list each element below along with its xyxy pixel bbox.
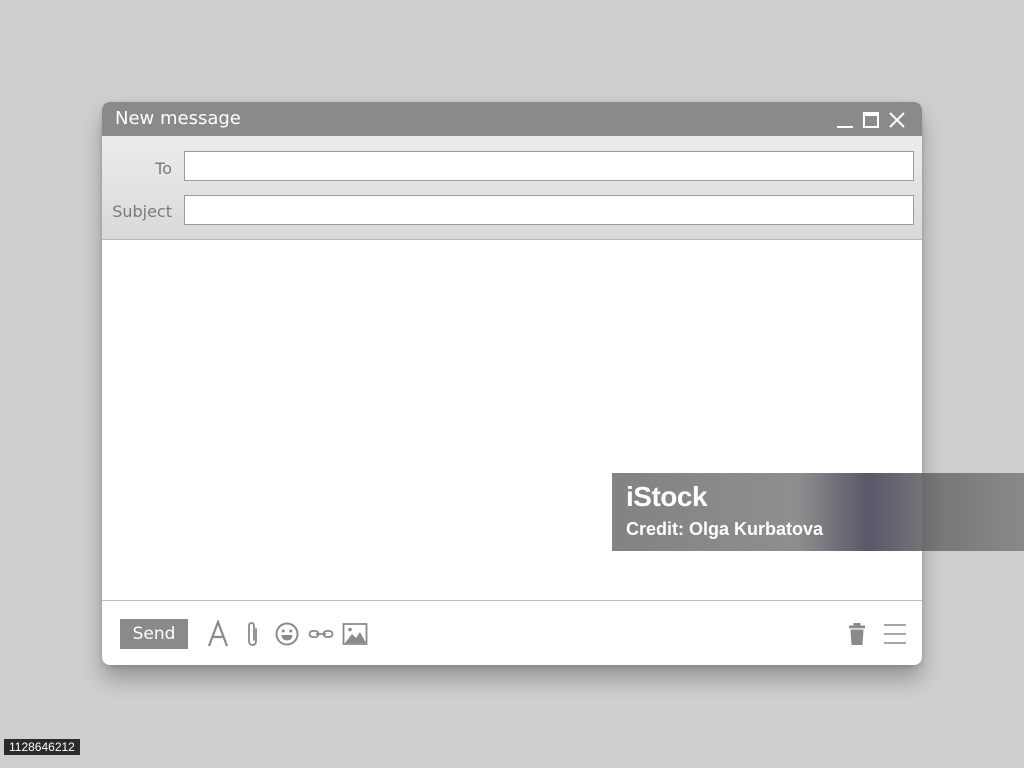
- to-field[interactable]: [184, 151, 914, 181]
- text-format-icon[interactable]: [204, 618, 232, 648]
- window-controls: [830, 109, 908, 131]
- trash-icon[interactable]: [843, 620, 871, 648]
- image-icon[interactable]: [341, 620, 369, 648]
- send-button[interactable]: Send: [120, 619, 188, 649]
- watermark-logo: iStock: [626, 481, 708, 512]
- subject-label: Subject: [112, 202, 172, 221]
- menu-icon[interactable]: [881, 620, 909, 648]
- to-label: To: [155, 159, 172, 178]
- image-id-label: 1128646212: [4, 739, 80, 755]
- paperclip-icon[interactable]: [239, 620, 267, 648]
- stock-watermark: iStock Credit: Olga Kurbatova: [612, 473, 1024, 551]
- header-fields: To Subject: [102, 136, 922, 240]
- title-bar[interactable]: New message: [102, 102, 922, 136]
- compose-toolbar: Send: [102, 600, 922, 665]
- compose-window: New message To Subject Send: [102, 102, 922, 665]
- close-icon[interactable]: [886, 109, 908, 131]
- link-icon[interactable]: [307, 620, 335, 648]
- window-title: New message: [115, 108, 241, 129]
- minimize-icon[interactable]: [834, 109, 856, 131]
- emoji-icon[interactable]: [273, 620, 301, 648]
- subject-field[interactable]: [184, 195, 914, 225]
- maximize-icon[interactable]: [860, 109, 882, 131]
- watermark-credit: Credit: Olga Kurbatova: [626, 519, 824, 539]
